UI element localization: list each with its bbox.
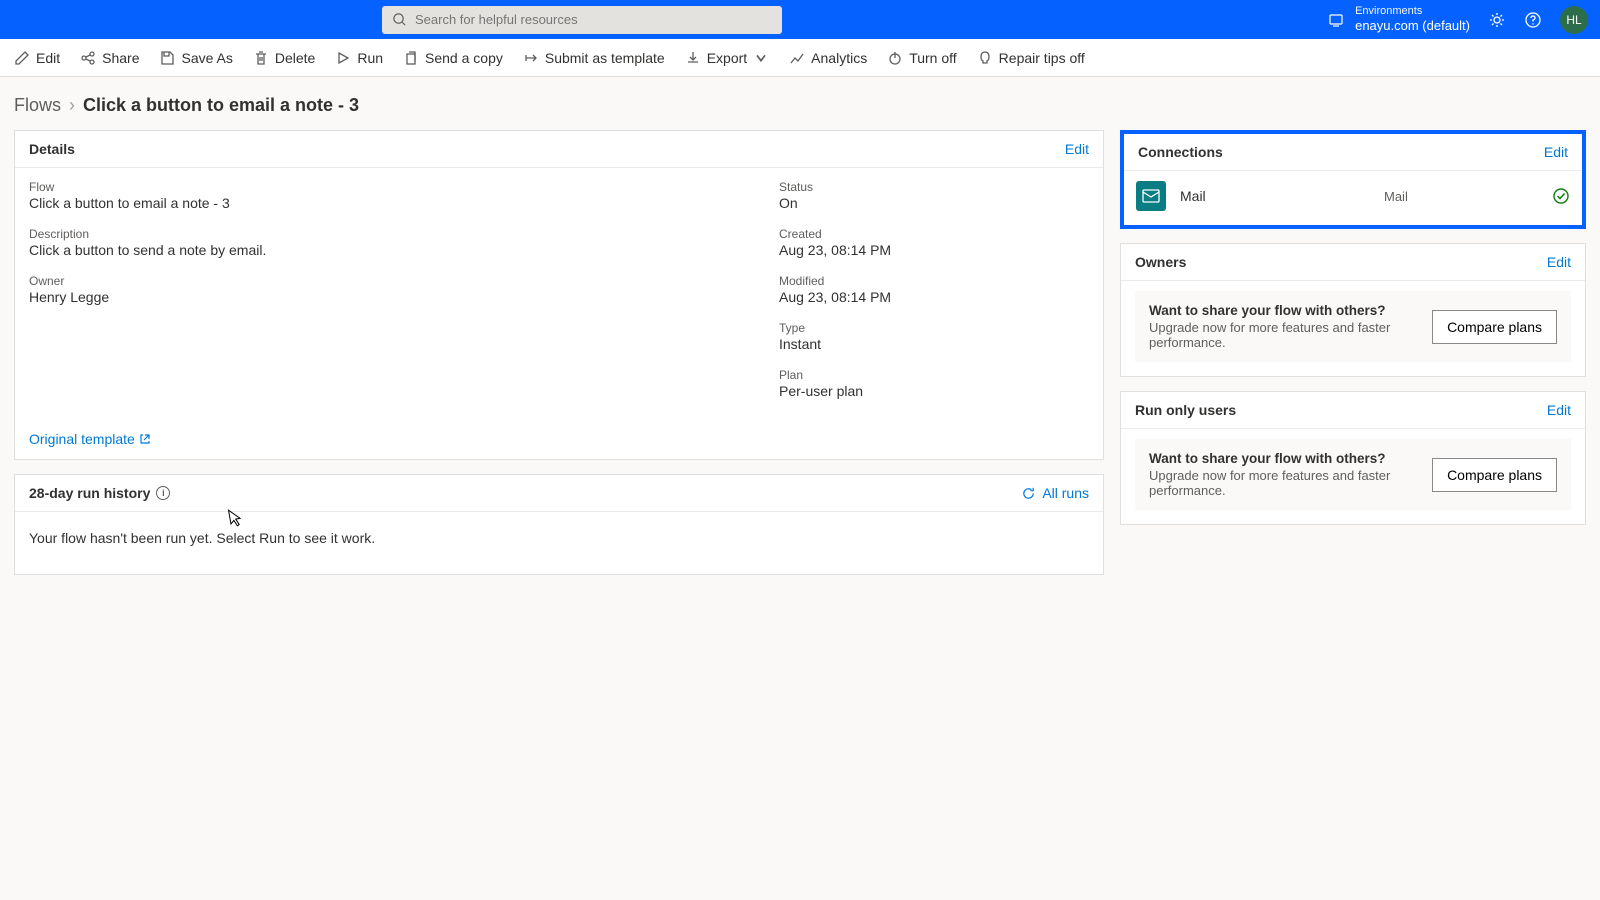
connection-status-ok-icon <box>1552 187 1570 205</box>
breadcrumb-root[interactable]: Flows <box>14 95 61 116</box>
owners-promo: Want to share your flow with others? Upg… <box>1135 291 1571 362</box>
details-edit-link[interactable]: Edit <box>1065 141 1089 157</box>
send-copy-button[interactable]: Send a copy <box>403 50 503 66</box>
owners-edit-link[interactable]: Edit <box>1547 254 1571 270</box>
details-title: Details <box>29 141 75 157</box>
breadcrumb-current: Click a button to email a note - 3 <box>83 95 359 116</box>
compare-plans-button[interactable]: Compare plans <box>1432 310 1557 344</box>
run-only-users-card: Run only users Edit Want to share your f… <box>1120 391 1586 525</box>
run-only-edit-link[interactable]: Edit <box>1547 402 1571 418</box>
compare-plans-button[interactable]: Compare plans <box>1432 458 1557 492</box>
environment-name: enayu.com (default) <box>1355 18 1470 34</box>
repair-tips-button[interactable]: Repair tips off <box>977 50 1085 66</box>
detail-flow: Flow Click a button to email a note - 3 <box>29 180 779 211</box>
user-avatar[interactable]: HL <box>1560 6 1588 34</box>
detail-description: Description Click a button to send a not… <box>29 227 779 258</box>
run-only-promo: Want to share your flow with others? Upg… <box>1135 439 1571 510</box>
chevron-down-icon <box>753 50 769 66</box>
detail-owner: Owner Henry Legge <box>29 274 779 305</box>
detail-status: Status On <box>779 180 1089 211</box>
owners-title: Owners <box>1135 254 1186 270</box>
mail-icon <box>1136 181 1166 211</box>
connection-type: Mail <box>1384 189 1538 204</box>
run-button[interactable]: Run <box>335 50 383 66</box>
search-input[interactable] <box>415 12 772 27</box>
connections-card: Connections Edit Mail Mail <box>1120 130 1586 229</box>
submit-template-button[interactable]: Submit as template <box>523 50 665 66</box>
run-history-empty: Your flow hasn't been run yet. Select Ru… <box>15 512 1103 574</box>
search-icon <box>392 12 407 27</box>
settings-gear-icon[interactable] <box>1488 11 1506 29</box>
detail-modified: Modified Aug 23, 08:14 PM <box>779 274 1089 305</box>
breadcrumb: Flows › Click a button to email a note -… <box>0 77 1600 130</box>
export-button[interactable]: Export <box>685 50 769 66</box>
all-runs-link[interactable]: All runs <box>1021 485 1089 501</box>
turn-off-button[interactable]: Turn off <box>887 50 956 66</box>
connections-title: Connections <box>1138 144 1223 160</box>
detail-type: Type Instant <box>779 321 1089 352</box>
detail-created: Created Aug 23, 08:14 PM <box>779 227 1089 258</box>
info-icon[interactable]: i <box>156 486 170 500</box>
connection-row-mail[interactable]: Mail Mail <box>1124 171 1582 225</box>
search-input-wrapper[interactable] <box>382 6 782 34</box>
environments-label: Environments <box>1355 5 1470 18</box>
command-bar: Edit Share Save As Delete Run Send a cop… <box>0 39 1600 77</box>
environment-icon <box>1327 11 1345 29</box>
chevron-right-icon: › <box>69 95 75 116</box>
delete-button[interactable]: Delete <box>253 50 315 66</box>
environment-picker[interactable]: Environments enayu.com (default) <box>1327 5 1470 34</box>
help-icon[interactable] <box>1524 11 1542 29</box>
app-topbar: Environments enayu.com (default) HL <box>0 0 1600 39</box>
detail-plan: Plan Per-user plan <box>779 368 1089 399</box>
run-history-title: 28-day run history <box>29 485 150 501</box>
edit-button[interactable]: Edit <box>14 50 60 66</box>
owners-card: Owners Edit Want to share your flow with… <box>1120 243 1586 377</box>
connections-edit-link[interactable]: Edit <box>1544 144 1568 160</box>
run-history-card: 28-day run history i All runs Your flow … <box>14 474 1104 575</box>
open-new-icon <box>139 433 151 445</box>
run-only-title: Run only users <box>1135 402 1236 418</box>
connection-name: Mail <box>1180 188 1370 204</box>
details-card: Details Edit Flow Click a button to emai… <box>14 130 1104 460</box>
share-button[interactable]: Share <box>80 50 139 66</box>
save-as-button[interactable]: Save As <box>159 50 232 66</box>
refresh-icon <box>1021 486 1036 501</box>
original-template-link[interactable]: Original template <box>29 431 779 447</box>
analytics-button[interactable]: Analytics <box>789 50 867 66</box>
